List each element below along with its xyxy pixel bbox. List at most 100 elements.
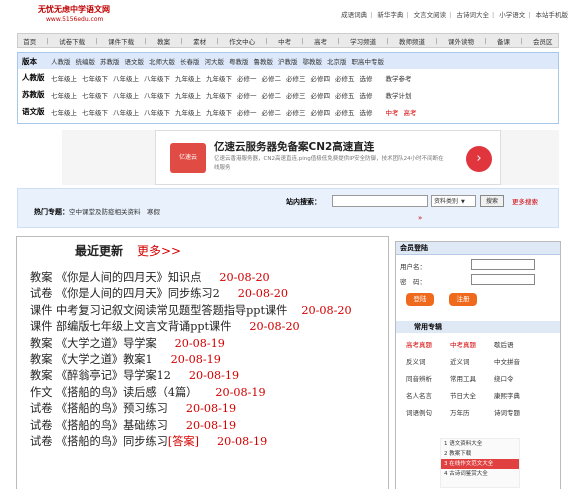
username-input[interactable]	[471, 259, 535, 270]
list-item[interactable]: 教案 《你是人间的四月天》知识点 20-08-20	[17, 270, 388, 286]
chevron-right-icon[interactable]: ›	[466, 146, 492, 172]
common-link[interactable]: 近义词	[440, 356, 484, 366]
list-item[interactable]: 作文 《搭船的鸟》读后感（4篇） 20-08-19	[17, 385, 388, 401]
common-link[interactable]: 节日大全	[440, 390, 484, 400]
site-logo[interactable]: 无忧无虑中学语文网 www.5156edu.com	[38, 4, 138, 23]
grade-link[interactable]: 九年级下	[206, 73, 232, 83]
grade-link[interactable]: 必修一	[237, 73, 257, 83]
toplink-mobile[interactable]: 本站手机版	[536, 11, 569, 19]
rank-item[interactable]: 3 在线作文范文大全	[441, 459, 519, 469]
item-title[interactable]: 部编版七年级上文言文背诵ppt课件	[56, 320, 231, 333]
nav-prep[interactable]: 备课	[497, 36, 510, 46]
item-title[interactable]: 《搭船的鸟》读后感（4篇）	[56, 386, 197, 399]
rank-item[interactable]: 2 教案下载	[441, 449, 519, 459]
item-title[interactable]: 《搭船的鸟》预习练习	[56, 402, 168, 415]
grade-link[interactable]: 七年级上	[51, 107, 77, 117]
grade-link[interactable]: 必修五	[335, 73, 355, 83]
toplink-poetry[interactable]: 古诗词大全	[456, 11, 489, 19]
common-link[interactable]: 同音辨析	[396, 373, 440, 383]
toplink-primary-chinese[interactable]: 小学语文	[499, 11, 525, 19]
nav-materials[interactable]: 素材	[193, 36, 206, 46]
grade-link[interactable]: 教学计划	[386, 90, 412, 100]
grade-link[interactable]: 必修五	[335, 107, 355, 117]
item-title[interactable]: 《醉翁亭记》导学案12	[56, 369, 171, 382]
common-link[interactable]: 词语例句	[396, 407, 440, 417]
list-item[interactable]: 课件 部编版七年级上文言文背诵ppt课件 20-08-20	[17, 319, 388, 335]
nav-composition[interactable]: 作文中心	[229, 36, 255, 46]
common-link[interactable]: 万年历	[440, 407, 484, 417]
grade-link[interactable]: 七年级下	[82, 73, 108, 83]
latest-more-link[interactable]: 更多>>	[137, 242, 181, 259]
list-item[interactable]: 试卷 《搭船的鸟》预习练习 20-08-19	[17, 401, 388, 417]
version-link[interactable]: 河大版	[205, 56, 225, 66]
list-item[interactable]: 教案 《醉翁亭记》导学案12 20-08-19	[17, 368, 388, 384]
item-title[interactable]: 《大学之道》导学案	[56, 337, 157, 350]
search-type-select[interactable]: 资料类别 ▼	[431, 195, 476, 207]
grade-link[interactable]: 八年级上	[113, 107, 139, 117]
nav-gaokao[interactable]: 高考	[314, 36, 327, 46]
list-item[interactable]: 试卷 《搭船的鸟》同步练习[答案] 20-08-19	[17, 434, 388, 450]
item-title[interactable]: 《大学之道》教案1	[56, 353, 153, 366]
grade-link[interactable]: 必修三	[286, 73, 306, 83]
nav-papers[interactable]: 试卷下载	[59, 36, 85, 46]
toplink-idioms[interactable]: 成语词典	[341, 11, 367, 19]
grade-link[interactable]: 必修一	[237, 90, 257, 100]
grade-link[interactable]: 七年级下	[82, 107, 108, 117]
grade-link[interactable]: 八年级下	[144, 90, 170, 100]
advanced-search-link[interactable]: 更多搜索	[512, 196, 538, 206]
version-link[interactable]: 鲁教版	[254, 56, 274, 66]
nav-reading[interactable]: 课外读物	[448, 36, 474, 46]
version-link[interactable]: 北京版	[327, 56, 347, 66]
grade-link[interactable]: 高考	[404, 107, 417, 117]
search-input[interactable]	[332, 195, 428, 207]
rank-item[interactable]: 1 语文资料大全	[441, 439, 519, 449]
answer-link[interactable]: [答案]	[168, 435, 199, 448]
grade-link[interactable]: 选修	[360, 73, 373, 83]
list-item[interactable]: 教案 《大学之道》导学案 20-08-19	[17, 336, 388, 352]
item-title[interactable]: 《你是人间的四月天》知识点	[56, 271, 201, 284]
list-item[interactable]: 试卷 《你是人间的四月天》同步练习2 20-08-20	[17, 286, 388, 302]
version-link[interactable]: 粤教版	[229, 56, 249, 66]
toplink-dictionary[interactable]: 新华字典	[377, 11, 403, 19]
grade-link[interactable]: 必修二	[262, 73, 282, 83]
item-title[interactable]: 中考复习记叙文阅读常见题型答题指导ppt课件	[56, 304, 287, 317]
common-link[interactable]: 中文拼音	[484, 356, 528, 366]
grade-link[interactable]: 九年级上	[175, 73, 201, 83]
login-button[interactable]: 登陆	[406, 293, 434, 306]
nav-members[interactable]: 会员区	[533, 36, 553, 46]
grade-link[interactable]: 必修二	[262, 90, 282, 100]
nav-courseware[interactable]: 课件下载	[108, 36, 134, 46]
item-title[interactable]: 《搭船的鸟》基础练习	[56, 419, 168, 432]
grade-link[interactable]: 选修	[360, 107, 373, 117]
grade-link[interactable]: 九年级下	[206, 107, 232, 117]
version-link[interactable]: 统编版	[76, 56, 96, 66]
grade-link[interactable]: 八年级上	[113, 90, 139, 100]
grade-link[interactable]: 七年级上	[51, 90, 77, 100]
ranking-image[interactable]: 1 语文资料大全 2 教案下载 3 在线作文范文大全 4 古诗词鉴赏大全	[440, 438, 520, 488]
common-link[interactable]: 常用工具	[440, 373, 484, 383]
grade-link[interactable]: 九年级上	[175, 90, 201, 100]
nav-study[interactable]: 学习频道	[350, 36, 376, 46]
version-link[interactable]: 鄂教版	[303, 56, 323, 66]
version-link[interactable]: 人教版	[51, 56, 71, 66]
list-item[interactable]: 教案 《大学之道》教案1 20-08-19	[17, 352, 388, 368]
common-link[interactable]: 反义词	[396, 356, 440, 366]
item-title[interactable]: 《搭船的鸟》同步练习	[56, 435, 168, 448]
version-link[interactable]: 苏教版	[100, 56, 120, 66]
version-link[interactable]: 沪教版	[278, 56, 298, 66]
register-button[interactable]: 注册	[449, 293, 477, 306]
version-link[interactable]: 语文版	[125, 56, 145, 66]
grade-link[interactable]: 必修五	[335, 90, 355, 100]
nav-lesson-plans[interactable]: 教案	[157, 36, 170, 46]
common-link[interactable]: 歇后语	[484, 339, 528, 349]
grade-link[interactable]: 九年级上	[175, 107, 201, 117]
grade-link[interactable]: 七年级下	[82, 90, 108, 100]
more-arrow-icon[interactable]: »	[418, 214, 422, 222]
version-link[interactable]: 职高中专版	[352, 56, 385, 66]
grade-link[interactable]: 必修三	[286, 107, 306, 117]
grade-link[interactable]: 必修一	[237, 107, 257, 117]
grade-link[interactable]: 必修三	[286, 90, 306, 100]
toplink-classical-reading[interactable]: 文言文阅读	[414, 11, 447, 19]
common-link[interactable]: 诗词专题	[484, 407, 528, 417]
grade-link[interactable]: 八年级上	[113, 73, 139, 83]
